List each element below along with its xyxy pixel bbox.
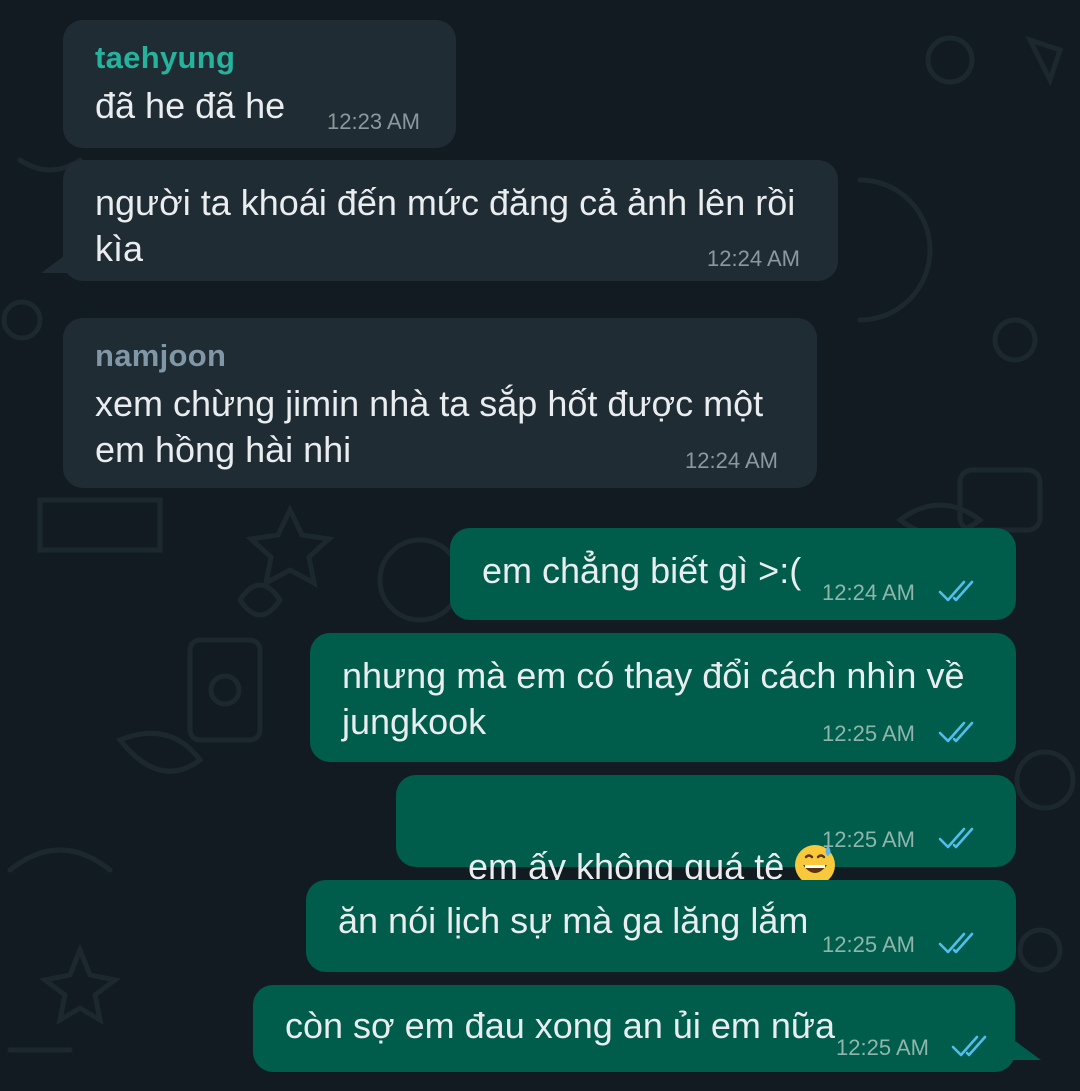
outgoing-message[interactable]: em ấy không quá tệ 12:25 AM [396,775,1016,887]
message-text: em chẳng biết gì >:( [482,550,802,591]
message-time: 12:25 AM [836,1035,929,1060]
outgoing-message[interactable]: nhưng mà em có thay đổi cách nhìn về jun… [310,633,1016,762]
outgoing-message[interactable]: còn sợ em đau xong an ủi em nữa 12:25 AM [253,985,1041,1072]
message-time: 12:25 AM [822,827,915,852]
message-text: người ta khoái đến mức đăng cả ảnh lên r… [95,182,796,269]
message-time: 12:23 AM [327,109,420,134]
message-text: xem chừng jimin nhà ta sắp hốt được một … [95,383,764,470]
message-time: 12:25 AM [822,932,915,957]
message-time: 12:24 AM [822,580,915,605]
message-time: 12:24 AM [707,246,800,271]
outgoing-message[interactable]: ăn nói lịch sự mà ga lăng lắm 12:25 AM [306,880,1016,972]
incoming-message[interactable]: taehyung đã he đã he 12:23 AM [63,20,456,148]
incoming-message[interactable]: namjoon xem chừng jimin nhà ta sắp hốt đ… [63,318,817,488]
message-text: đã he đã he [95,85,286,126]
incoming-message[interactable]: người ta khoái đến mức đăng cả ảnh lên r… [41,160,838,281]
read-receipt-icon [938,827,974,849]
message-text: còn sợ em đau xong an ủi em nữa [285,1005,836,1046]
message-time: 12:24 AM [685,448,778,473]
sender-name: namjoon [95,338,227,373]
bubble-tail [41,251,71,273]
outgoing-message[interactable]: em chẳng biết gì >:( 12:24 AM [450,528,1016,620]
read-receipt-icon [951,1035,987,1057]
bubble-tail [1011,1038,1041,1060]
message-time: 12:25 AM [822,721,915,746]
read-receipt-icon [938,721,974,743]
sender-name: taehyung [95,40,236,75]
read-receipt-icon [938,932,974,954]
read-receipt-icon [938,580,974,602]
message-text: ăn nói lịch sự mà ga lăng lắm [338,900,809,941]
